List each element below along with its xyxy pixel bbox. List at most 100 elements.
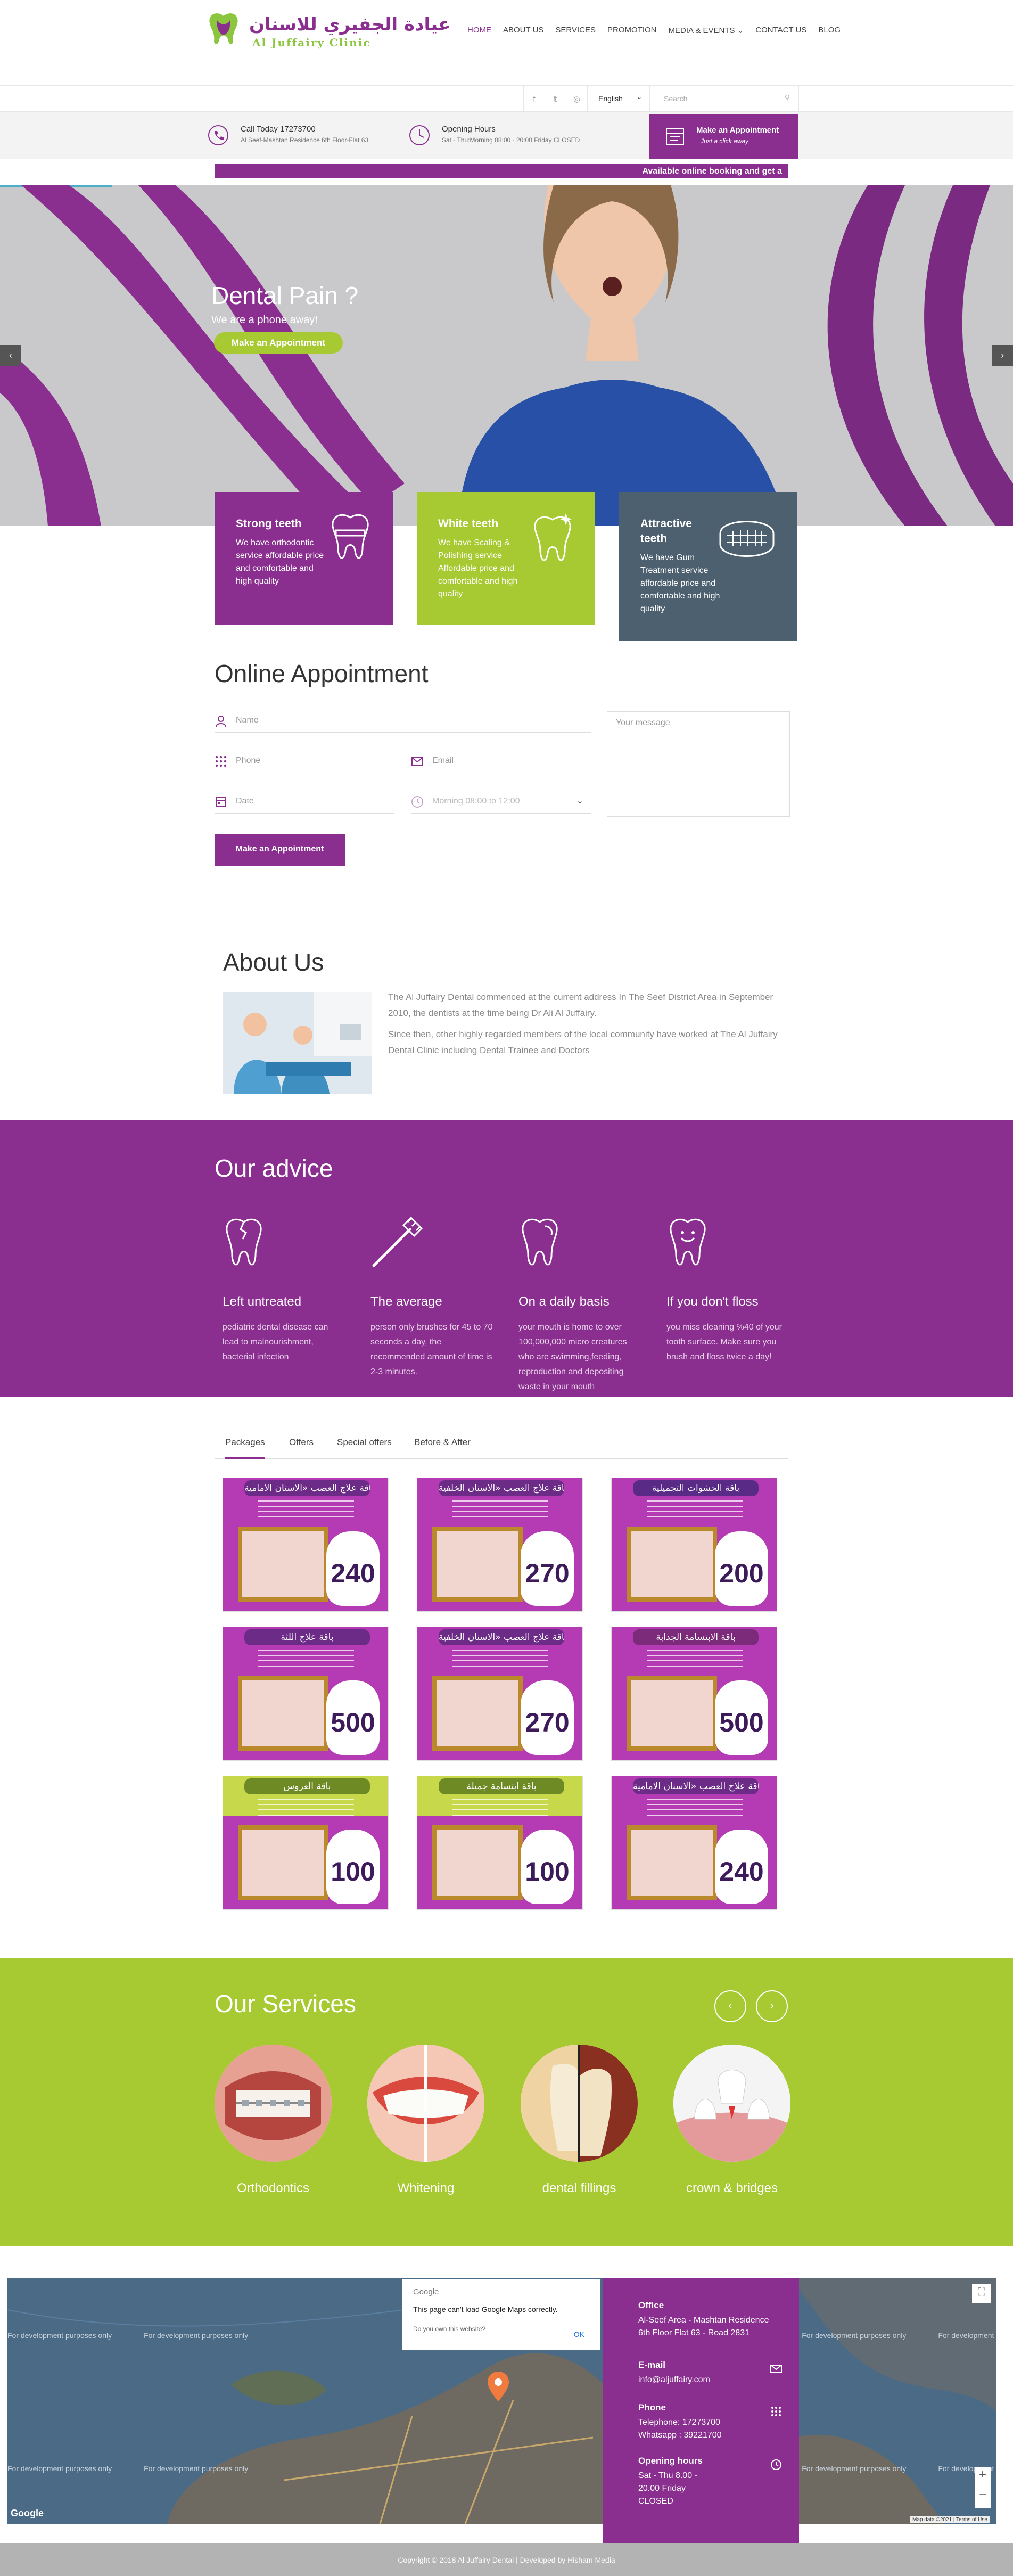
package-title: باقة الحشوات التجميلية: [633, 1480, 759, 1496]
logo[interactable]: عيادة الجفيري للاسنان Al Juffairy Clinic: [207, 12, 450, 50]
services-prev-button[interactable]: ‹: [714, 1990, 746, 2022]
contact-title: Office: [638, 2300, 664, 2310]
nav-about[interactable]: ABOUT US: [503, 26, 543, 35]
package-photo: [432, 1825, 523, 1900]
nav-blog[interactable]: BLOG: [818, 26, 841, 35]
package-photo: [238, 1527, 328, 1602]
package-title: باقة علاج العصب «الاسنان الخلفية»: [439, 1629, 564, 1645]
services-next-button[interactable]: ›: [756, 1990, 788, 2022]
zoom-out-button[interactable]: −: [975, 2488, 991, 2508]
advice-item-text: your mouth is home to over 100,000,000 m…: [518, 1323, 627, 1391]
instagram-icon[interactable]: ◎: [566, 86, 587, 112]
nav-contact[interactable]: CONTACT US: [755, 26, 806, 35]
nav-media-events[interactable]: MEDIA & EVENTS ⌄: [669, 26, 744, 35]
zoom-in-button[interactable]: +: [975, 2467, 991, 2488]
tab-offers[interactable]: Offers: [289, 1437, 314, 1459]
tab-packages[interactable]: Packages: [225, 1437, 265, 1459]
phone-icon: [208, 125, 228, 145]
fullscreen-icon[interactable]: ⛶: [972, 2284, 991, 2303]
make-appointment-button[interactable]: Make an Appointment Just a click away: [649, 114, 798, 159]
message-textarea[interactable]: Your message: [607, 711, 790, 817]
clock-icon: [411, 796, 423, 808]
package-details: [258, 1650, 354, 1671]
package-card[interactable]: باقة علاج العصب «الاسنان الامامية» 240: [223, 1478, 389, 1612]
info-bar: Call Today 17273700 Al Seef-Mashtan Resi…: [0, 112, 1013, 159]
feature-title: Strong teeth: [236, 518, 302, 530]
service-crown-bridges[interactable]: crown & bridges: [673, 2045, 790, 2196]
tab-before-after[interactable]: Before & After: [414, 1437, 471, 1459]
map-pin-icon[interactable]: [488, 2372, 509, 2401]
google-map[interactable]: For development purposes only For develop…: [7, 2278, 996, 2524]
braces-tooth-icon: [332, 514, 369, 559]
package-details: [258, 1500, 354, 1522]
appointment-title: Make an Appointment: [696, 126, 779, 135]
phone-field[interactable]: Phone: [215, 752, 394, 773]
nav-services[interactable]: SERVICES: [555, 26, 596, 35]
package-price: 240: [719, 1857, 764, 1886]
google-watermark: Google: [11, 2508, 44, 2518]
package-price: 500: [719, 1708, 764, 1737]
package-card[interactable]: باقة العروس 100: [223, 1776, 389, 1910]
contact-value: info@aljuffairy.com: [638, 2375, 710, 2384]
appointment-subtitle: Just a click away: [701, 137, 749, 145]
feature-text: We have Scaling & Polishing service Affo…: [438, 538, 518, 598]
time-select[interactable]: Morning 08:00 to 12:00 ⌄: [411, 792, 591, 814]
package-price: 500: [331, 1708, 375, 1737]
nav-home[interactable]: HOME: [467, 26, 491, 35]
package-photo: [627, 1527, 717, 1602]
tab-special-offers[interactable]: Special offers: [337, 1437, 392, 1459]
package-card[interactable]: باقة علاج العصب «الاسنان الخلفية» 270: [417, 1627, 583, 1761]
package-card[interactable]: باقة ابتسامة جميلة 100: [417, 1776, 583, 1910]
advice-item-title: Left untreated: [223, 1294, 302, 1309]
contact-phone[interactable]: Phone Telephone: 17273700 Whatsapp : 392…: [638, 2402, 782, 2442]
fillings-photo: [521, 2045, 638, 2162]
email-field[interactable]: Email: [411, 752, 591, 773]
service-whitening[interactable]: Whitening: [367, 2045, 484, 2196]
date-field[interactable]: Date: [215, 792, 394, 814]
language-label: English: [598, 94, 623, 103]
service-dental-fillings[interactable]: dental fillings: [521, 2045, 638, 2196]
search-placeholder: Search: [664, 94, 688, 103]
service-image: [673, 2045, 790, 2162]
time-value: Morning 08:00 to 12:00: [432, 797, 520, 806]
package-card[interactable]: باقة علاج اللثة 500: [223, 1627, 389, 1761]
phone-placeholder: Phone: [236, 756, 261, 765]
nav-promotion[interactable]: PROMOTION: [607, 26, 657, 35]
google-logo: Google: [413, 2287, 439, 2296]
language-select[interactable]: English ⌄: [587, 86, 650, 112]
slider-prev-arrow[interactable]: ‹: [0, 345, 21, 366]
name-field[interactable]: Name: [215, 711, 591, 733]
package-card[interactable]: باقة الابتسامة الجذابة 500: [611, 1627, 777, 1761]
package-card[interactable]: باقة علاج العصب «الاسنان الخلفية» 270: [417, 1478, 583, 1612]
map-error-question: Do you own this website?: [413, 2325, 486, 2333]
package-title: باقة العروس: [244, 1778, 370, 1794]
package-title: باقة الابتسامة الجذابة: [633, 1629, 759, 1645]
search-input[interactable]: Search ⚲: [650, 86, 799, 112]
package-card[interactable]: باقة الحشوات التجميلية 200: [611, 1478, 777, 1612]
twitter-icon[interactable]: 𝕥: [545, 86, 566, 112]
facebook-icon[interactable]: f: [523, 86, 545, 112]
smiling-tooth-icon: [670, 1218, 706, 1266]
feature-strong-teeth: Strong teeth We have orthodontic service…: [215, 492, 393, 625]
calendar-icon: [666, 128, 684, 145]
service-orthodontics[interactable]: Orthodontics: [215, 2045, 332, 2196]
slider-next-arrow[interactable]: ›: [992, 345, 1013, 366]
advice-item-text: you miss cleaning %40 of your tooth surf…: [666, 1323, 782, 1361]
toolbar: f 𝕥 ◎ English ⌄ Search ⚲: [0, 85, 1013, 112]
zoom-controls: + −: [975, 2467, 991, 2508]
submit-appointment-button[interactable]: Make an Appointment: [215, 834, 345, 866]
contact-email[interactable]: E-mail info@aljuffairy.com: [638, 2360, 782, 2386]
search-icon[interactable]: ⚲: [785, 93, 790, 102]
call-title: Call Today 17273700: [241, 125, 316, 134]
calendar-icon: [216, 797, 226, 807]
service-label: Whitening: [397, 2181, 455, 2195]
hero-appointment-button[interactable]: Make an Appointment: [214, 332, 343, 354]
hero-background-swirls: [0, 185, 1013, 526]
clock-icon: [771, 2459, 781, 2470]
feature-title: Attractive teeth: [640, 518, 692, 545]
map-ok-button[interactable]: OK: [574, 2330, 584, 2339]
map-attribution[interactable]: Map data ©2021 | Terms of Use: [910, 2516, 990, 2523]
braces-photo: [215, 2045, 332, 2162]
package-card[interactable]: باقة علاج العصب «الاسنان الامامية» 240: [611, 1776, 777, 1910]
date-placeholder: Date: [236, 797, 254, 806]
